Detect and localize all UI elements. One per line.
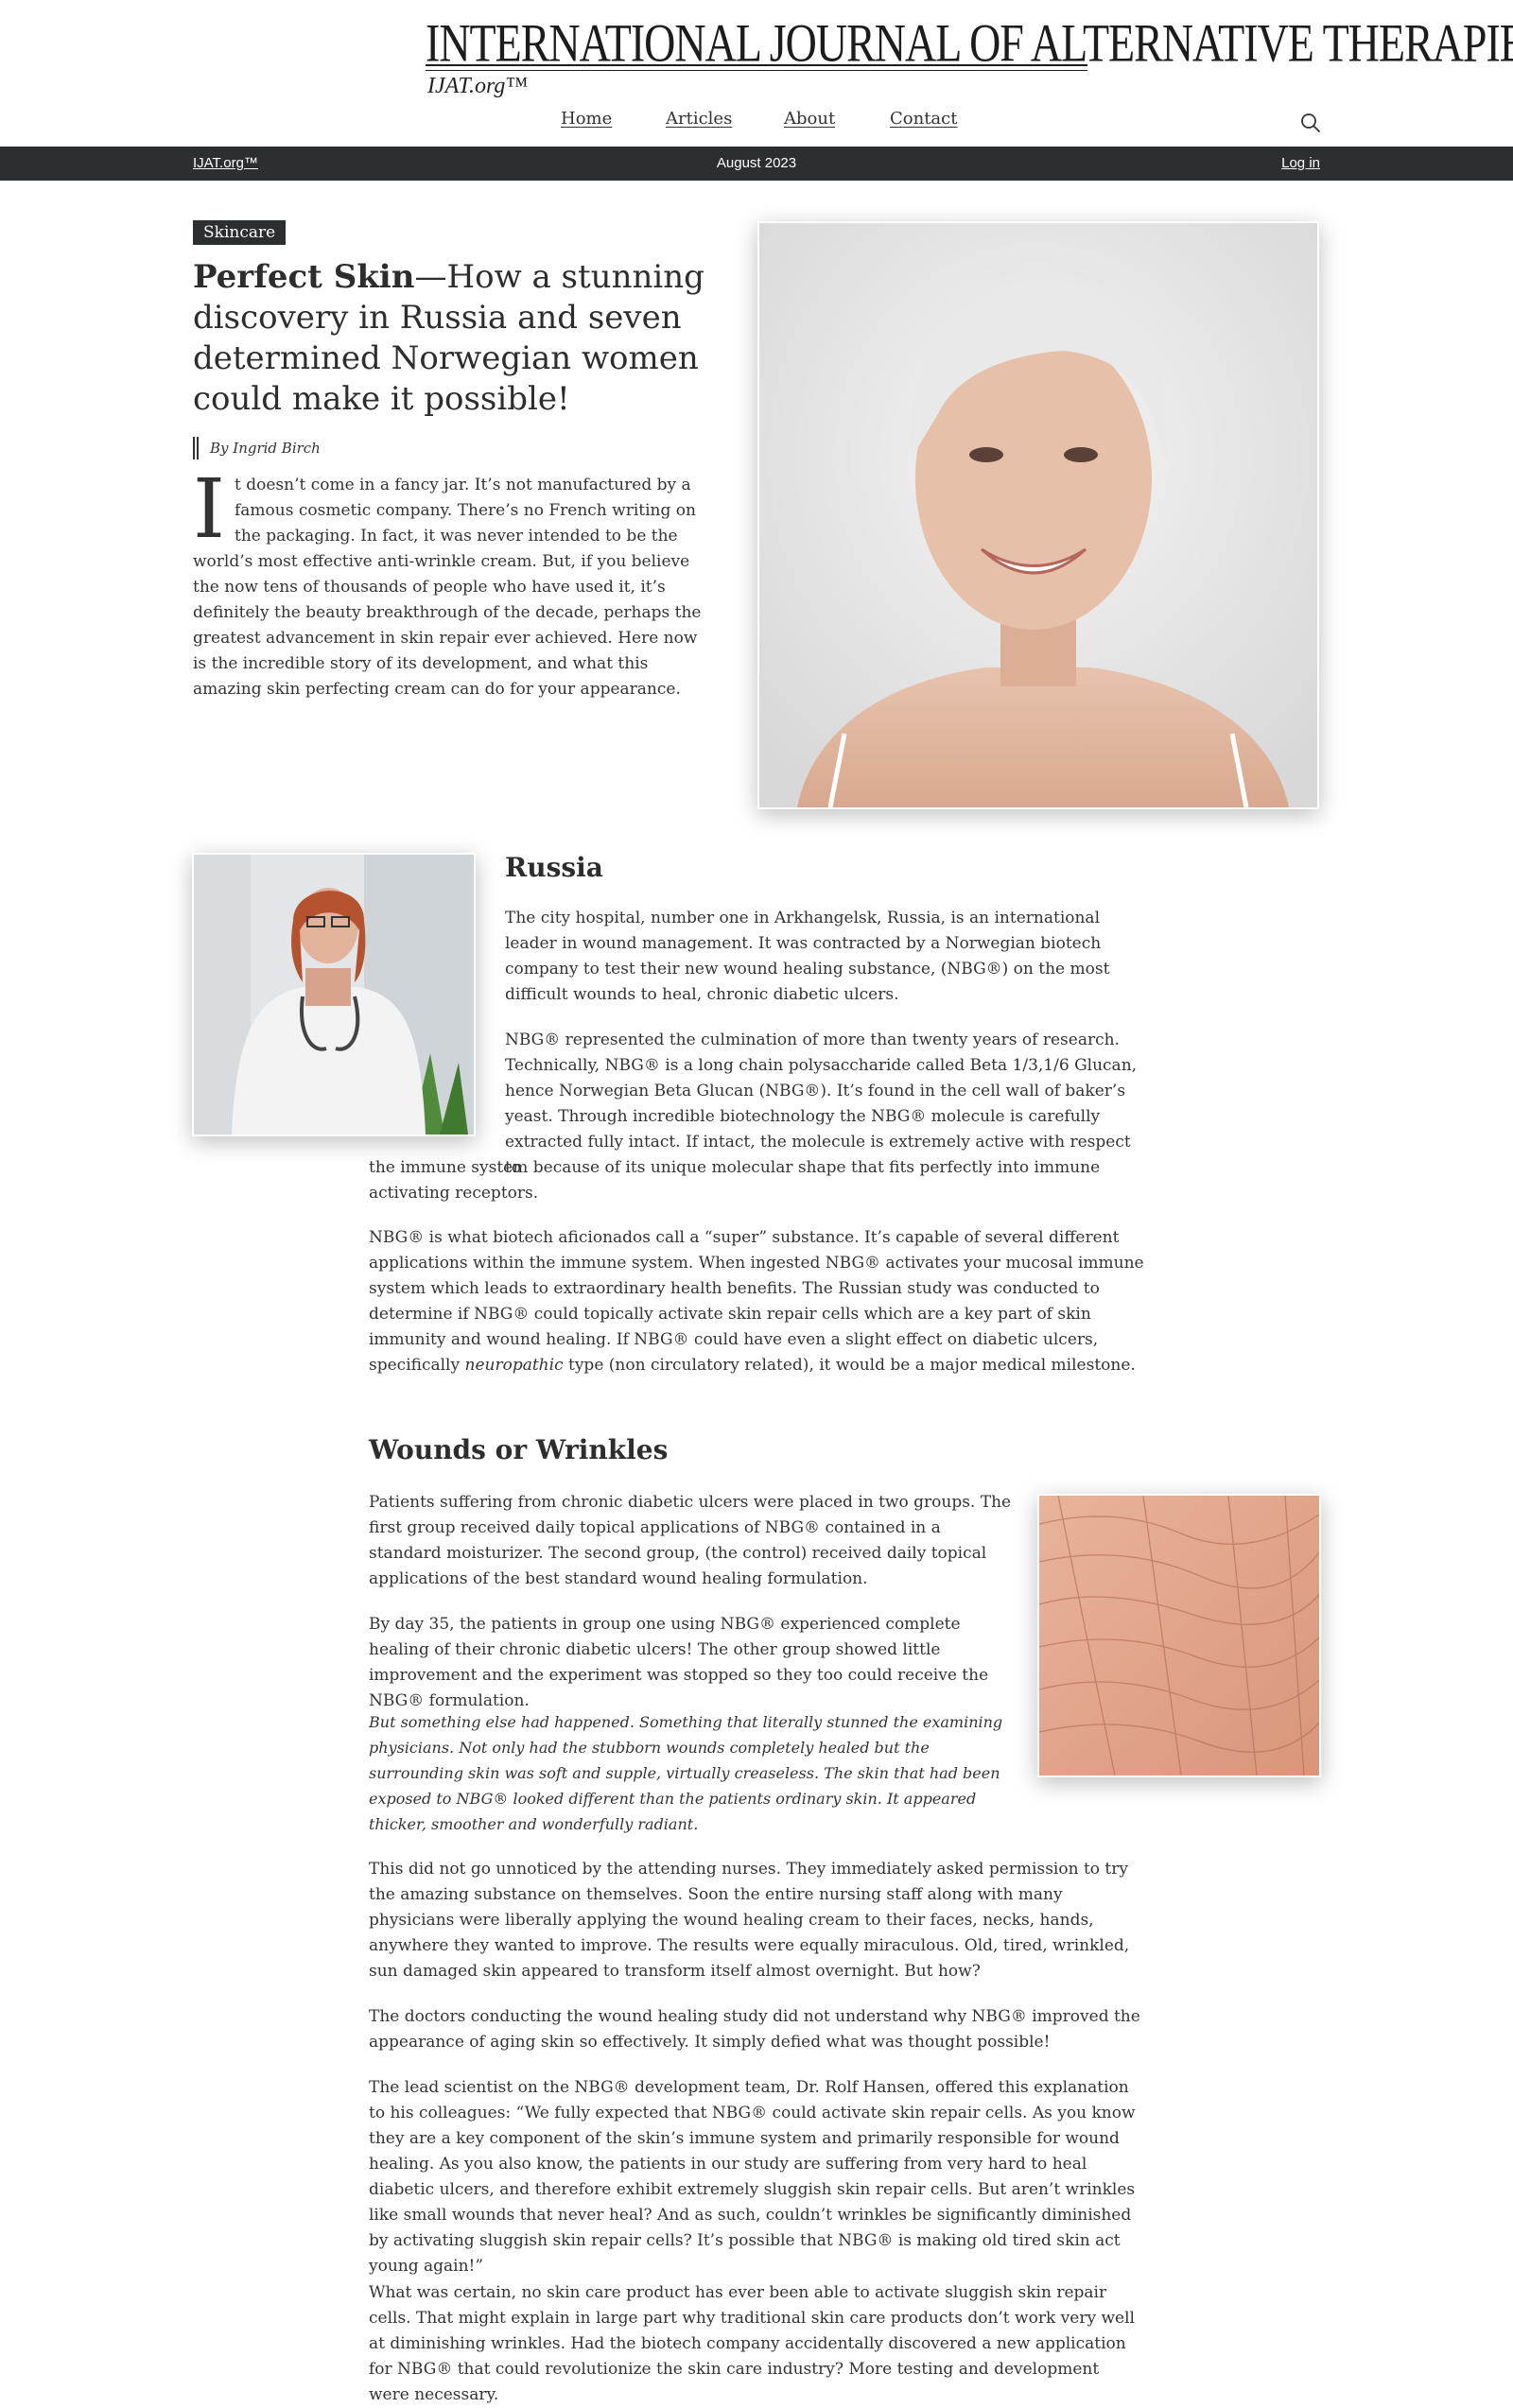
wounds-paragraph-1: Patients suffering from chronic diabetic…	[369, 1493, 1012, 1588]
hero-portrait-image	[757, 221, 1319, 809]
wounds-paragraph-2: By day 35, the patients in group one usi…	[369, 1615, 989, 1710]
nav-about[interactable]: About	[784, 109, 835, 129]
russia-paragraph-3: NBG® is what biotech aficionados call a …	[369, 1225, 1144, 1378]
russia-p3-italic: neuropathic	[464, 1356, 564, 1375]
top-bar: IJAT.org™ August 2023 Log in	[0, 147, 1513, 181]
headline-bold: Perfect Skin	[193, 258, 415, 296]
wounds-paragraph-5: The doctors conducting the wound healing…	[369, 2007, 1140, 2052]
russia-paragraph-2b: the immune system because of its unique …	[369, 1158, 1101, 1203]
wounds-paragraph-4: This did not go unnoticed by the attendi…	[369, 1860, 1130, 1981]
nav-articles[interactable]: Articles	[666, 109, 732, 129]
skin-closeup-image	[1037, 1494, 1321, 1777]
article-intro: It doesn’t come in a fancy jar. It’s not…	[193, 462, 713, 702]
russia-p3-end: type (non circulatory related), it would…	[563, 1356, 1136, 1375]
doctor-photo	[192, 853, 476, 1136]
logo-rule	[426, 64, 1087, 66]
wounds-paragraph-7: What was certain, no skin care product h…	[369, 2283, 1135, 2404]
search-icon[interactable]	[1299, 112, 1322, 134]
nav-home[interactable]: Home	[561, 109, 612, 129]
site-subtitle: IJAT.org™	[427, 74, 528, 98]
russia-p3-text: NBG® is what biotech aficionados call a …	[369, 1228, 1144, 1375]
drop-cap: I	[193, 462, 225, 557]
wounds-paragraph-6: The lead scientist on the NBG® developme…	[369, 2078, 1136, 2276]
site-header: International Journal of Alternative The…	[0, 0, 1513, 147]
byline: By Ingrid Birch	[193, 437, 321, 459]
category-badge[interactable]: Skincare	[193, 220, 287, 245]
nav-contact[interactable]: Contact	[890, 109, 957, 129]
login-link[interactable]: Log in	[1281, 155, 1320, 171]
main-nav: Home Articles About Contact	[0, 109, 1513, 137]
intro-text: t doesn’t come in a fancy jar. It’s not …	[193, 476, 702, 699]
wounds-paragraph-3-italic: But something else had happened. Somethi…	[369, 1713, 1003, 1833]
russia-paragraph-1: The city hospital, number one in Arkhang…	[505, 909, 1110, 1004]
article-headline: Perfect Skin—How a stunning discovery in…	[193, 257, 722, 420]
section-heading-russia: Russia	[505, 852, 603, 883]
site-logo[interactable]: International Journal of Alternative The…	[426, 11, 1513, 98]
section-heading-wounds: Wounds or Wrinkles	[369, 1434, 669, 1465]
logo-rule-thin	[426, 70, 1087, 71]
